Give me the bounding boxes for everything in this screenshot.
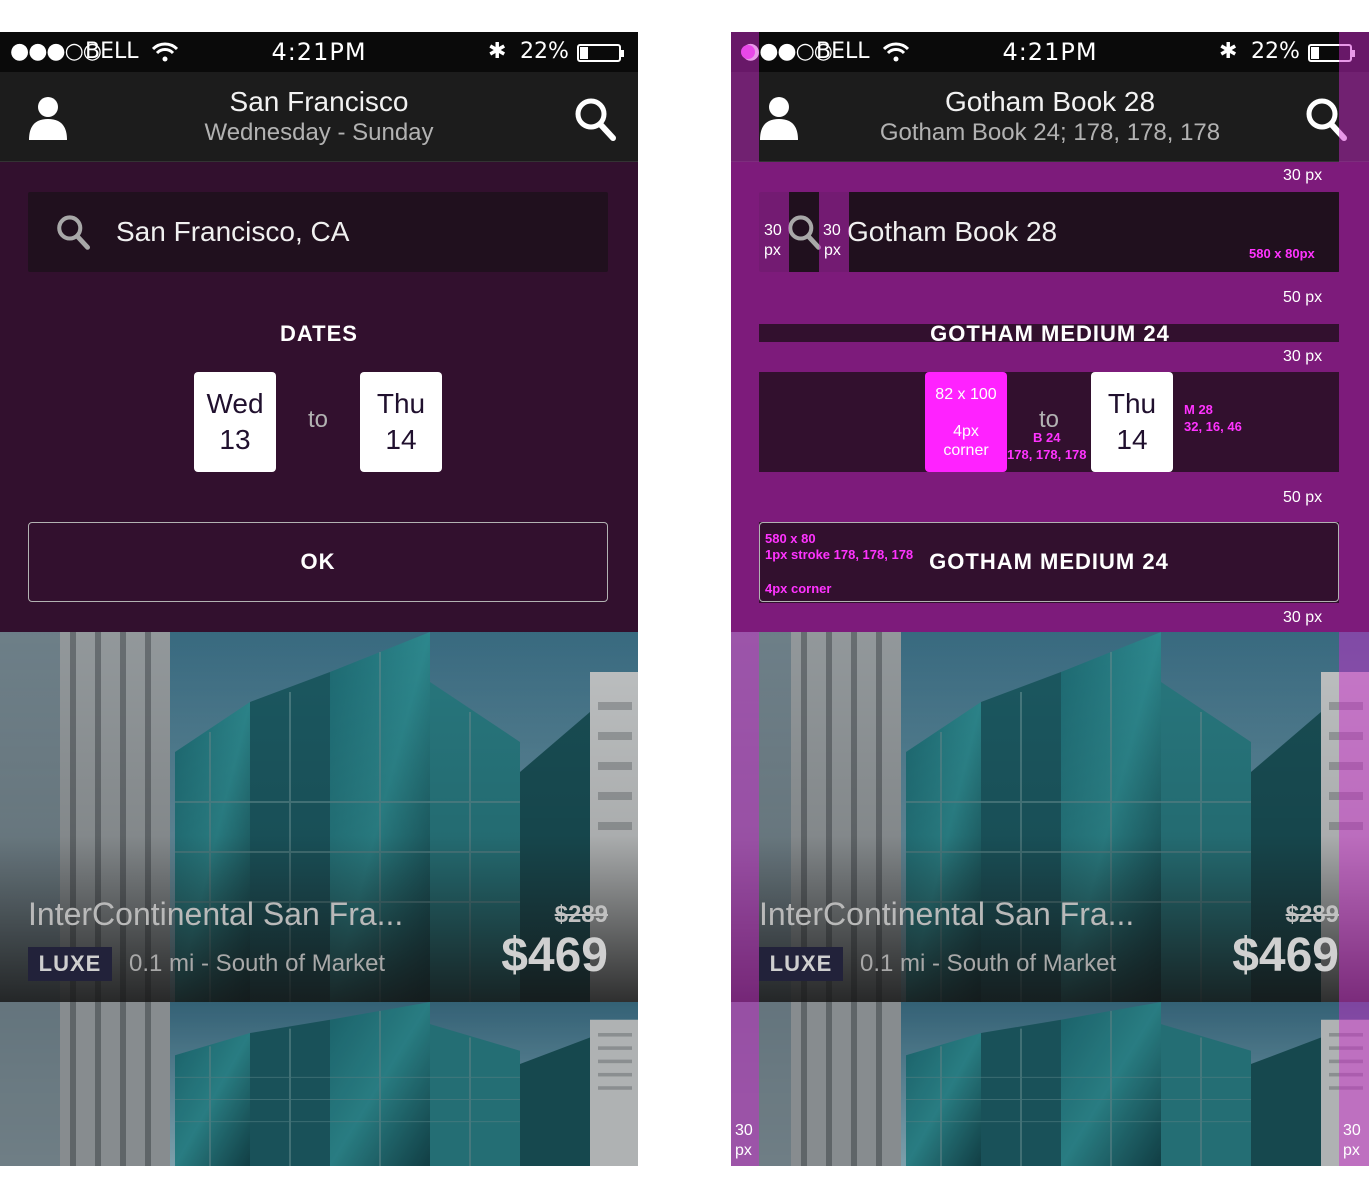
photo-shade [0, 1002, 638, 1166]
check-out-day: Thu [1107, 388, 1157, 419]
hotel-card[interactable] [0, 1002, 638, 1166]
padding-label-bottom: px [824, 242, 841, 259]
padding-label-top: 30 [823, 222, 841, 239]
check-in-day: Wed [206, 388, 264, 419]
phone-screen-right-spec: ●●●○○ BELL 4:21PM ✱ 22% Gotham Book 28 G… [731, 32, 1369, 1166]
search-font-spec: Gotham Book 28 [847, 216, 1058, 247]
nav-title: San Francisco [229, 86, 409, 117]
separator-font-spec: B 24 [1033, 430, 1061, 445]
check-out-date-button[interactable]: Thu 14 [1091, 372, 1173, 472]
nav-subtitle: Wednesday - Sunday [204, 119, 434, 146]
check-out-date: 14 [385, 424, 417, 455]
search-field-icon [787, 214, 821, 250]
date-color-spec: 32, 16, 46 [1184, 419, 1242, 434]
ok-stroke-spec: 1px stroke 178, 178, 178 [765, 547, 914, 562]
nav-bar: Gotham Book 28 Gotham Book 24; 178, 178,… [731, 72, 1369, 162]
ok-size-spec: 580 x 80 [765, 531, 816, 546]
margin-label-bottom: px [1343, 1142, 1360, 1159]
hotel-name: InterContinental San Fra... [759, 896, 1135, 932]
ok-corner-spec: 4px corner [765, 581, 832, 596]
category-badge: LUXE [28, 947, 112, 981]
battery-icon [577, 44, 624, 62]
spacing-overlay-bottom [759, 603, 1339, 632]
hotel-price: $469 [1232, 929, 1339, 982]
check-out-date: 14 [1116, 424, 1148, 455]
check-in-date: 13 [219, 424, 251, 455]
photo-shade [731, 1002, 1369, 1166]
search-field-icon [56, 214, 90, 250]
spacing-label: 50 px [1283, 489, 1323, 506]
spacing-label: 30 px [1283, 609, 1323, 626]
ok-button[interactable]: OK [28, 522, 608, 602]
check-out-date-button[interactable]: Thu 14 [360, 372, 442, 472]
spacing-label: 30 px [1283, 167, 1323, 184]
spacing-overlay-top [759, 162, 1339, 192]
hotel-name: InterContinental San Fra... [28, 896, 404, 932]
original-price: $289 [1285, 901, 1339, 928]
status-bar: ●●●○○ BELL 4:21PM ✱ 22% [0, 32, 638, 72]
original-price: $289 [554, 901, 608, 928]
margin-label-top: 30 [735, 1122, 753, 1139]
hotel-card[interactable]: InterContinental San Fra... $289 $469 LU… [0, 632, 638, 1002]
phone-screen-left: ●●●○○ BELL 4:21PM ✱ 22% San Francisco We… [0, 32, 638, 1166]
hotel-card[interactable]: InterContinental San Fra... $289 $469 LU… [731, 632, 1369, 1002]
separator-color-spec: 178, 178, 178 [1007, 447, 1087, 462]
check-out-day: Thu [376, 388, 426, 419]
location-search-input[interactable]: San Francisco, CA [28, 192, 608, 272]
margin-label-bottom: px [735, 1142, 752, 1159]
nav-title-spec: Gotham Book 28 [944, 86, 1156, 117]
hotel-distance: 0.1 mi - South of Market [129, 950, 386, 977]
margin-label-top: 30 [1343, 1122, 1361, 1139]
spacing-label: 50 px [1283, 289, 1323, 306]
hotel-card[interactable] [731, 1002, 1369, 1166]
spacing-overlay-dates-boxes [759, 342, 1339, 372]
battery-percent: 22% [1251, 39, 1300, 64]
margin-left-overlay [731, 32, 759, 1166]
spacing-label: 30 px [1283, 348, 1323, 365]
date-search-panel: San Francisco, CA DATES Wed 13 to Thu 14… [0, 162, 638, 632]
nav-bar: San Francisco Wednesday - Sunday [0, 72, 638, 162]
location-value: San Francisco, CA [116, 216, 350, 247]
status-bar: ●●●○○ BELL 4:21PM ✱ 22% [731, 32, 1369, 72]
margin-right-overlay [1339, 32, 1369, 1166]
date-separator: to [307, 406, 328, 433]
bluetooth-icon: ✱ [1219, 39, 1238, 64]
padding-label-top: 30 [764, 222, 782, 239]
field-size-spec: 580 x 80px [1249, 246, 1315, 261]
search-icon[interactable] [574, 97, 616, 141]
spacing-overlay-boxes-ok [759, 472, 1339, 522]
category-badge: LUXE [759, 947, 843, 981]
battery-percent: 22% [520, 39, 569, 64]
spacing-overlay-field-dates [759, 272, 1339, 324]
nav-subtitle-spec: Gotham Book 24; 178, 178, 178 [879, 119, 1221, 146]
bluetooth-icon: ✱ [488, 39, 507, 64]
date-font-spec: M 28 [1184, 402, 1213, 417]
box-spec-radius: 4px [953, 423, 979, 440]
box-spec-corner: corner [943, 442, 989, 459]
padding-label-bottom: px [764, 242, 781, 259]
date-box-dimension-spec: 82 x 100 4px corner [925, 372, 1007, 472]
hotel-price: $469 [501, 929, 608, 982]
hotel-distance: 0.1 mi - South of Market [860, 950, 1117, 977]
check-in-date-button[interactable]: Wed 13 [194, 372, 276, 472]
dates-heading: DATES [280, 321, 358, 346]
box-spec-size: 82 x 100 [935, 386, 997, 403]
